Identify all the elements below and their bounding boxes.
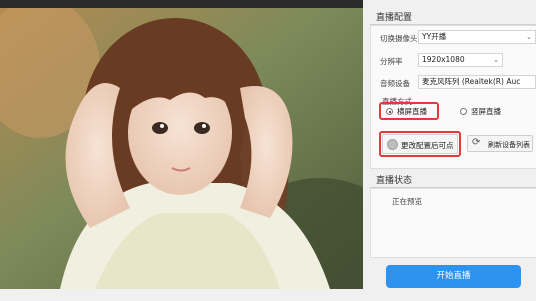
resolution-select-value: 1920x1080 <box>422 55 465 64</box>
start-live-button[interactable]: 开始直播 <box>386 265 521 288</box>
refresh-devices-button[interactable]: ⟳ 刷新设备列表 <box>467 135 533 152</box>
audio-label: 音频设备 <box>380 79 410 88</box>
audio-select-value: 麦克风阵列 (Realtek(R) Auc <box>422 77 521 86</box>
gear-circle-icon <box>387 139 398 150</box>
refresh-icon: ⟳ <box>472 137 481 148</box>
portrait-radio[interactable] <box>460 108 467 115</box>
camera-select-value: YY开播 <box>422 32 447 41</box>
preview-area <box>0 0 363 289</box>
refresh-devices-label: 刷新设备列表 <box>488 141 530 149</box>
live-status-title: 直播状态 <box>376 176 413 186</box>
audio-select[interactable]: 麦克风阵列 (Realtek(R) Auc <box>418 75 536 89</box>
portrait-label: 竖屏直播 <box>471 107 501 116</box>
live-config-title: 直播配置 <box>376 13 413 23</box>
chevron-down-icon: ⌄ <box>526 33 532 41</box>
resolution-select[interactable]: 1920x1080 ⌄ <box>418 53 503 67</box>
chevron-down-icon: ⌄ <box>493 56 499 64</box>
apply-config-label: 更改配置后可点 <box>401 141 454 150</box>
landscape-radio[interactable] <box>386 108 393 115</box>
apply-config-button[interactable]: 更改配置后可点 <box>382 134 458 154</box>
camera-preview-image <box>0 8 363 289</box>
resolution-label: 分辨率 <box>380 57 403 66</box>
camera-label: 切换摄像头 <box>380 34 418 43</box>
camera-select[interactable]: YY开播 ⌄ <box>418 30 536 44</box>
status-text: 正在预览 <box>392 197 422 206</box>
landscape-label: 横屏直播 <box>397 107 427 116</box>
